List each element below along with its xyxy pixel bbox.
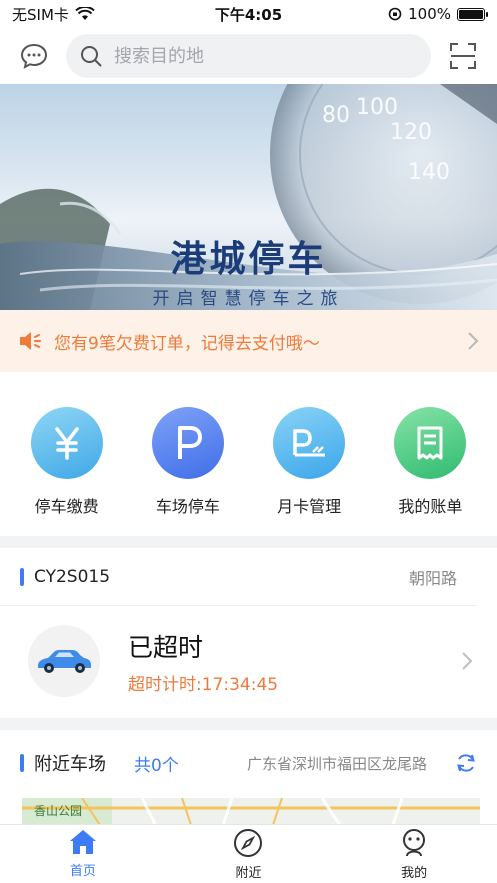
quick-action-lot-parking[interactable]: 车场停车 — [133, 372, 243, 536]
parking-card-header: CY2S015 朝阳路 — [0, 548, 477, 606]
nearby-title: 附近车场 — [34, 754, 106, 775]
chevron-right-icon — [462, 652, 473, 670]
battery-icon — [457, 7, 488, 21]
map-poi-label: 香山公园 — [34, 804, 83, 818]
status-bar: 无SIM卡 下午4:05 100% — [0, 0, 497, 28]
quick-action-label: 车场停车 — [155, 497, 220, 516]
tab-mine[interactable]: 我的 — [354, 825, 474, 883]
search-bar[interactable] — [66, 34, 431, 78]
notice-text: 您有9笔欠费订单，记得去支付哦～ — [54, 333, 320, 354]
message-button[interactable] — [14, 36, 54, 76]
current-address: 广东省深圳市福田区龙尾路 — [247, 754, 428, 773]
wifi-icon — [75, 7, 95, 20]
battery-percent: 100% — [408, 5, 451, 23]
home-icon — [69, 830, 96, 854]
quick-action-my-bill[interactable]: 我的账单 — [375, 372, 485, 536]
map-roads — [22, 798, 480, 824]
parking-status-card[interactable]: CY2S015 朝阳路 已超时 超时计时:17:34:45 — [0, 548, 497, 718]
bottom-tab-bar: 首页 附近 我的 — [0, 824, 497, 883]
quick-action-label: 停车缴费 — [34, 497, 99, 516]
section-bar — [20, 567, 24, 586]
svg-text:100: 100 — [356, 95, 398, 120]
nearby-map[interactable]: 香山公园 — [22, 798, 480, 824]
parking-state: 已超时 — [128, 632, 204, 662]
carrier-label: 无SIM卡 — [12, 5, 69, 24]
orientation-lock-icon — [388, 7, 402, 21]
tab-home[interactable]: 首页 — [23, 825, 143, 883]
nearby-lots-section: 附近车场 共0个 广东省深圳市福田区龙尾路 香山公园 — [0, 730, 497, 824]
banner-title: 港城停车 — [170, 239, 327, 280]
quick-action-label: 我的账单 — [398, 497, 463, 516]
search-input[interactable] — [114, 45, 417, 67]
chevron-right-icon — [468, 332, 479, 350]
bill-icon — [394, 407, 467, 479]
section-bar — [20, 754, 24, 772]
svg-text:140: 140 — [408, 160, 450, 185]
refresh-icon[interactable] — [455, 752, 477, 774]
compass-icon — [234, 829, 263, 857]
plate-number: CY2S015 — [34, 566, 111, 587]
search-icon — [81, 46, 102, 67]
overtime-timer: 超时计时:17:34:45 — [128, 674, 279, 695]
tab-label: 附近 — [235, 866, 262, 881]
tab-nearby[interactable]: 附近 — [188, 825, 308, 883]
quick-action-label: 月卡管理 — [277, 497, 342, 516]
quick-actions: 停车缴费 车场停车 月卡管理 我的账单 — [0, 372, 497, 536]
tab-label: 首页 — [69, 864, 96, 879]
car-icon — [28, 625, 100, 697]
arrears-notice[interactable]: 您有9笔欠费订单，记得去支付哦～ — [0, 310, 497, 372]
parking-road: 朝阳路 — [408, 568, 457, 588]
scan-icon — [450, 43, 476, 69]
chat-bubble-icon — [20, 43, 48, 69]
svg-text:80: 80 — [322, 103, 350, 128]
quick-action-monthly-card[interactable]: 月卡管理 — [254, 372, 364, 536]
tab-label: 我的 — [401, 866, 428, 881]
parking-icon — [151, 407, 224, 479]
user-icon — [403, 829, 426, 857]
parking-card-body: 已超时 超时计时:17:34:45 — [0, 606, 497, 716]
nearby-count: 共0个 — [134, 755, 179, 776]
yen-icon — [30, 407, 103, 479]
monthly-card-icon — [273, 407, 346, 479]
top-bar — [0, 28, 497, 84]
quick-action-parking-payment[interactable]: 停车缴费 — [12, 372, 122, 536]
banner-subtitle: 开启智慧停车之旅 — [152, 289, 345, 309]
scan-button[interactable] — [443, 36, 483, 76]
speaker-icon — [20, 332, 41, 350]
svg-text:120: 120 — [390, 120, 432, 145]
promo-banner[interactable]: 80 100 120 140 港城停车 开启智慧停车之旅 — [0, 84, 497, 310]
